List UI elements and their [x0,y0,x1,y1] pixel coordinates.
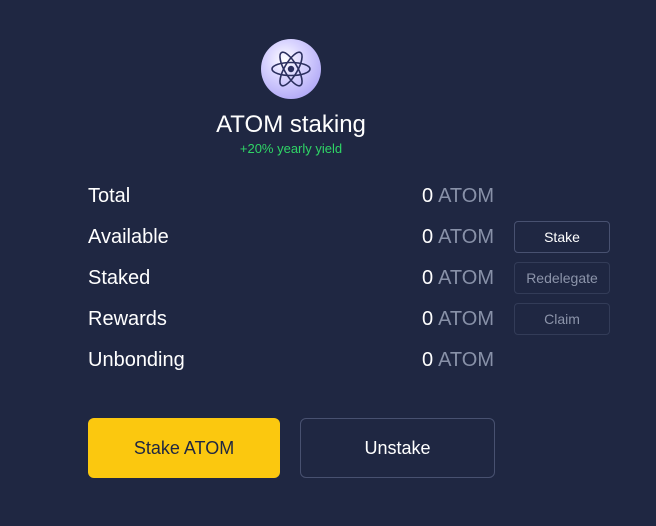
amount: 0 [421,308,434,330]
page-title: ATOM staking [216,111,366,138]
unit: ATOM [438,267,494,289]
row-label: Rewards [88,308,167,330]
row-value: 0 ATOM [422,303,494,335]
row-label: Total [88,185,131,207]
balance-row-unbonding: Unbonding 0 ATOM [88,344,610,376]
amount: 0 [421,226,434,248]
amount: 0 [421,267,434,289]
row-value: 0 ATOM [422,344,494,376]
balance-row-staked: Staked 0 ATOM Redelegate [88,262,610,294]
row-label: Staked [88,267,151,289]
unstake-button[interactable]: Unstake [300,418,495,478]
stake-button[interactable]: Stake [514,221,610,253]
row-value: 0 ATOM [422,180,494,212]
unit: ATOM [438,185,494,207]
amount: 0 [421,185,434,207]
balance-row-total: Total 0 ATOM [88,180,610,212]
unit: ATOM [438,226,494,248]
yearly-yield-label: +20% yearly yield [239,141,343,156]
unit: ATOM [438,308,494,330]
balance-row-available: Available 0 ATOM Stake [88,221,610,253]
claim-button[interactable]: Claim [514,303,610,335]
redelegate-button[interactable]: Redelegate [514,262,610,294]
row-value: 0 ATOM [422,262,494,294]
stake-atom-button[interactable]: Stake ATOM [88,418,280,478]
row-label: Available [88,226,169,248]
cosmos-atom-icon [261,39,321,99]
unit: ATOM [438,349,494,371]
row-label: Unbonding [88,349,185,371]
balance-row-rewards: Rewards 0 ATOM Claim [88,303,610,335]
row-value: 0 ATOM [422,221,494,253]
amount: 0 [421,349,434,371]
